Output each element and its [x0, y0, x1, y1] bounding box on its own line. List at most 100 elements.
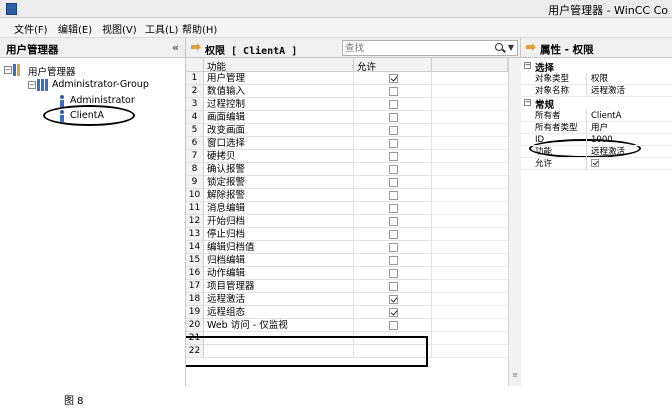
checkbox-unchecked[interactable]	[389, 152, 398, 161]
table-row[interactable]: 5 改变画面	[186, 124, 508, 137]
checkbox-unchecked[interactable]	[389, 100, 398, 109]
property-row[interactable]: 对象名称 远程激活	[521, 85, 672, 97]
menu-edit[interactable]: 编辑(E)	[58, 21, 92, 36]
table-row[interactable]: 17 项目管理器	[186, 280, 508, 293]
table-row[interactable]: 15 归档编辑	[186, 254, 508, 267]
expander-icon[interactable]: −	[4, 66, 12, 74]
property-row[interactable]: 功能 远程激活	[521, 146, 672, 158]
function-cell[interactable]: Web 访问 - 仅监视	[204, 319, 354, 332]
checkbox-unchecked[interactable]	[389, 113, 398, 122]
checkbox-unchecked[interactable]	[389, 165, 398, 174]
checkbox-unchecked[interactable]	[389, 126, 398, 135]
tree-item-admin-group[interactable]: − Administrator-Group	[28, 78, 178, 93]
property-value[interactable]: 用户	[588, 122, 672, 134]
table-row[interactable]: 16 动作编辑	[186, 267, 508, 280]
vertical-scrollbar[interactable]: ≡	[508, 58, 521, 386]
function-cell[interactable]: 动作编辑	[204, 267, 354, 280]
table-row[interactable]: 3 过程控制	[186, 98, 508, 111]
table-row[interactable]: 7 硬拷贝	[186, 150, 508, 163]
checkbox-unchecked[interactable]	[389, 217, 398, 226]
table-row[interactable]: 13 停止归档	[186, 228, 508, 241]
table-row[interactable]: 6 窗口选择	[186, 137, 508, 150]
property-value[interactable]: 远程激活	[588, 146, 672, 158]
scroll-grip-icon[interactable]: ≡	[511, 371, 519, 379]
expander-icon[interactable]: −	[28, 81, 36, 89]
chevron-down-icon[interactable]: ▼	[508, 43, 514, 52]
menu-help[interactable]: 帮助(H)	[182, 21, 217, 36]
menu-view[interactable]: 视图(V)	[102, 21, 137, 36]
empty-cell	[432, 85, 508, 98]
function-cell[interactable]: 画面编辑	[204, 111, 354, 124]
menu-tools[interactable]: 工具(L)	[145, 21, 178, 36]
checkbox-checked[interactable]	[591, 159, 599, 167]
table-row[interactable]: 4 画面编辑	[186, 111, 508, 124]
table-row[interactable]: 12 开始归档	[186, 215, 508, 228]
property-value[interactable]: 远程激活	[588, 85, 672, 97]
empty-cell	[432, 176, 508, 189]
property-row[interactable]: ID 1000	[521, 134, 672, 146]
function-cell[interactable]: 开始归档	[204, 215, 354, 228]
table-row[interactable]: 9 锁定报警	[186, 176, 508, 189]
function-cell[interactable]: 远程组态	[204, 306, 354, 319]
tree-item-user-manager[interactable]: − 用户管理器	[4, 63, 174, 78]
checkbox-unchecked[interactable]	[389, 191, 398, 200]
function-cell[interactable]: 编辑归档值	[204, 241, 354, 254]
function-cell[interactable]: 远程激活	[204, 293, 354, 306]
property-value[interactable]: 权限	[588, 73, 672, 85]
checkbox-unchecked[interactable]	[389, 256, 398, 265]
property-value[interactable]: 1000	[588, 134, 672, 146]
checkbox-checked[interactable]	[389, 74, 398, 83]
checkbox-unchecked[interactable]	[389, 178, 398, 187]
checkbox-unchecked[interactable]	[389, 243, 398, 252]
function-cell[interactable]: 项目管理器	[204, 280, 354, 293]
table-row[interactable]: 10 解除报警	[186, 189, 508, 202]
table-row[interactable]: 20 Web 访问 - 仅监视	[186, 319, 508, 332]
checkbox-unchecked[interactable]	[389, 230, 398, 239]
search-icon[interactable]	[495, 43, 503, 51]
function-cell[interactable]: 锁定报警	[204, 176, 354, 189]
column-header-function[interactable]: 功能	[204, 58, 354, 73]
function-cell[interactable]: 改变画面	[204, 124, 354, 137]
table-row[interactable]: 8 确认报警	[186, 163, 508, 176]
search-box[interactable]: ▼	[342, 40, 518, 56]
expander-icon[interactable]: −	[524, 99, 531, 106]
function-cell[interactable]: 停止归档	[204, 228, 354, 241]
function-cell[interactable]: 解除报警	[204, 189, 354, 202]
table-row[interactable]: 1 用户管理	[186, 72, 508, 85]
function-cell[interactable]: 过程控制	[204, 98, 354, 111]
checkbox-unchecked[interactable]	[389, 321, 398, 330]
property-row[interactable]: 对象类型 权限	[521, 73, 672, 85]
table-row[interactable]: 14 编辑归档值	[186, 241, 508, 254]
function-cell[interactable]: 数值输入	[204, 85, 354, 98]
function-cell[interactable]: 消息编辑	[204, 202, 354, 215]
checkbox-unchecked[interactable]	[389, 87, 398, 96]
table-row[interactable]: 19 远程组态	[186, 306, 508, 319]
column-header-empty	[432, 58, 508, 72]
table-row[interactable]: 11 消息编辑	[186, 202, 508, 215]
property-category[interactable]: − 常规	[521, 97, 672, 111]
column-header-allow[interactable]: 允许	[354, 58, 432, 73]
expander-icon[interactable]: −	[524, 62, 531, 69]
checkbox-checked[interactable]	[389, 308, 398, 317]
table-row[interactable]: 2 数值输入	[186, 85, 508, 98]
collapse-icon[interactable]: «	[172, 41, 179, 54]
checkbox-unchecked[interactable]	[389, 282, 398, 291]
checkbox-unchecked[interactable]	[389, 139, 398, 148]
property-row[interactable]: 所有者类型 用户	[521, 122, 672, 134]
property-row[interactable]: 所有者 ClientA	[521, 110, 672, 122]
checkbox-unchecked[interactable]	[389, 204, 398, 213]
property-value[interactable]: ClientA	[588, 110, 672, 122]
allow-cell	[354, 98, 432, 111]
function-cell[interactable]: 窗口选择	[204, 137, 354, 150]
search-input[interactable]	[345, 42, 485, 54]
function-cell[interactable]: 归档编辑	[204, 254, 354, 267]
checkbox-unchecked[interactable]	[389, 269, 398, 278]
table-row[interactable]: 18 远程激活	[186, 293, 508, 306]
function-cell[interactable]: 确认报警	[204, 163, 354, 176]
function-cell[interactable]: 用户管理	[204, 72, 354, 85]
menu-file[interactable]: 文件(F)	[14, 21, 48, 36]
property-row[interactable]: 允许	[521, 158, 672, 170]
property-category[interactable]: − 选择	[521, 60, 672, 74]
function-cell[interactable]: 硬拷贝	[204, 150, 354, 163]
checkbox-checked[interactable]	[389, 295, 398, 304]
